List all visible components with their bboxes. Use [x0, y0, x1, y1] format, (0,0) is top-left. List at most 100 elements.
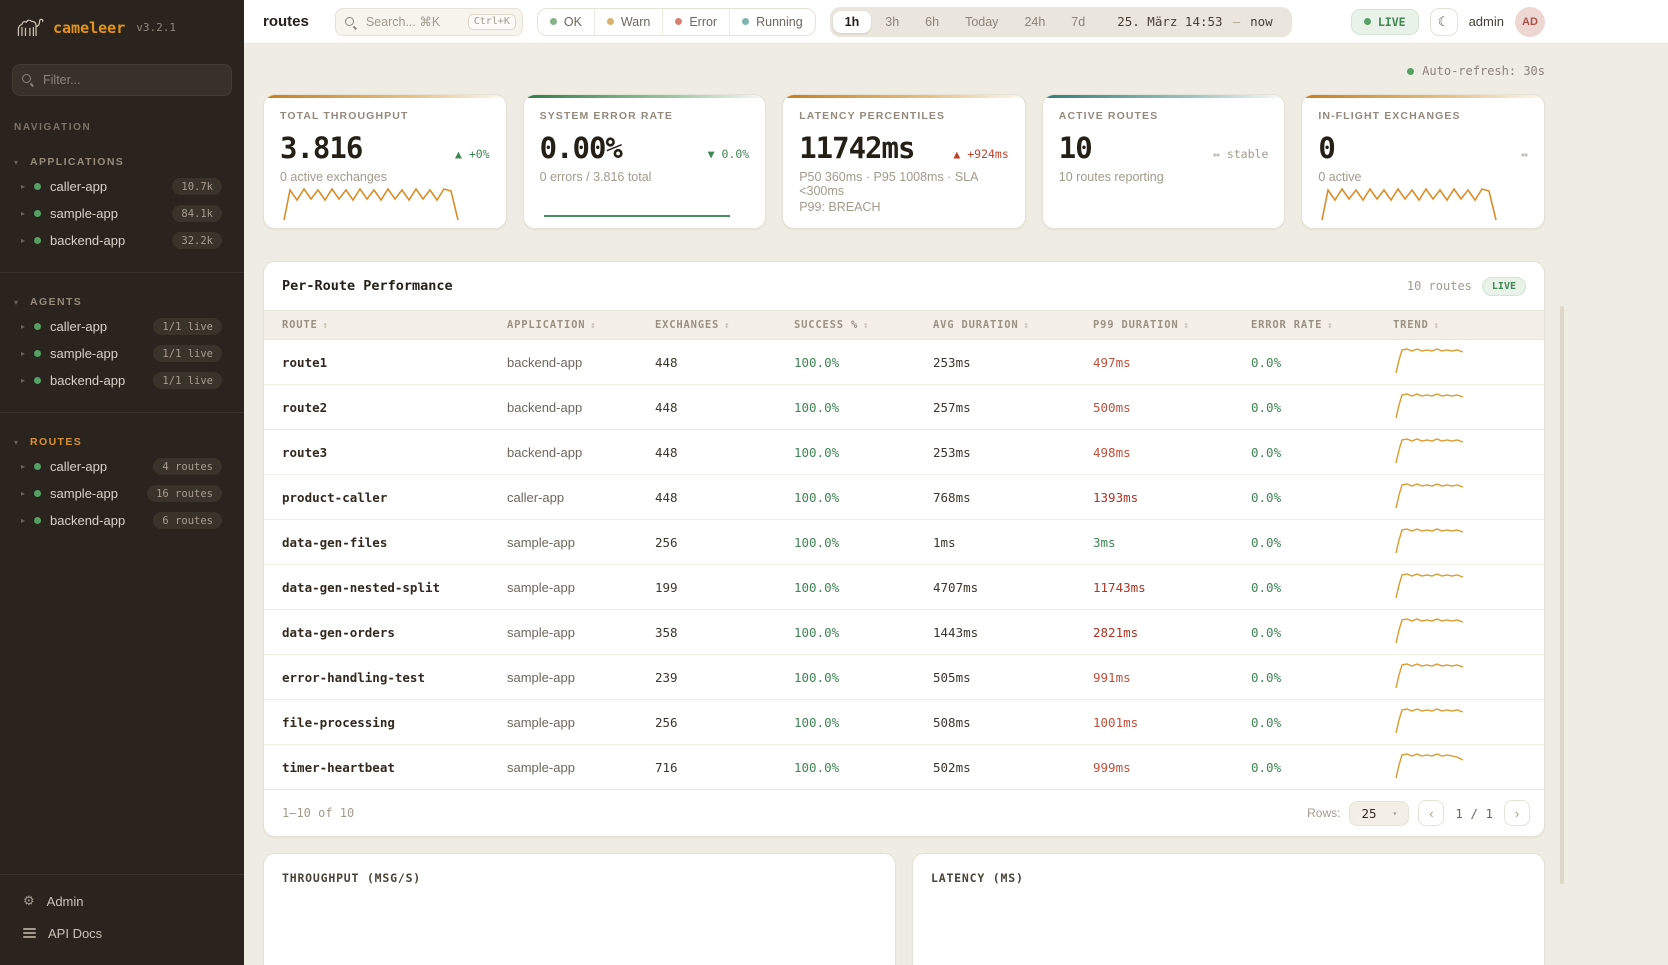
column-header-p99-duration[interactable]: P99 DURATION↕	[1093, 311, 1251, 340]
route-name[interactable]: file-processing	[264, 700, 507, 745]
route-trend-sparkline	[1393, 655, 1544, 700]
section-title: AGENTS	[30, 296, 82, 308]
table-live-badge: LIVE	[1482, 277, 1526, 296]
range-today[interactable]: Today	[953, 11, 1010, 33]
column-header-application[interactable]: APPLICATION↕	[507, 311, 655, 340]
moon-icon: ☾	[1438, 14, 1450, 30]
scrollbar[interactable]	[1560, 306, 1564, 884]
column-header-exchanges[interactable]: EXCHANGES↕	[655, 311, 794, 340]
table-row[interactable]: file-processing sample-app 256 100.0% 50…	[264, 700, 1544, 745]
table-row[interactable]: data-gen-files sample-app 256 100.0% 1ms…	[264, 520, 1544, 565]
sort-icon: ↕	[1434, 321, 1440, 331]
route-avg-duration: 1ms	[933, 520, 1093, 565]
per-route-performance-panel: Per-Route Performance 10 routes LIVE	[263, 261, 1545, 837]
filter-chip-running[interactable]: Running	[729, 9, 815, 35]
table-row[interactable]: timer-heartbeat sample-app 716 100.0% 50…	[264, 745, 1544, 790]
kpi-in-flight-exchanges[interactable]: IN-FLIGHT EXCHANGES 0 ⇔ 0 active	[1301, 94, 1545, 229]
route-name[interactable]: timer-heartbeat	[264, 745, 507, 790]
route-name[interactable]: data-gen-files	[264, 520, 507, 565]
table-row[interactable]: product-caller caller-app 448 100.0% 768…	[264, 475, 1544, 520]
route-name[interactable]: error-handling-test	[264, 655, 507, 700]
app-root: cameleer v3.2.1 NAVIGATION ▾ APPLICATION…	[0, 0, 1668, 965]
filter-chip-warn[interactable]: Warn	[594, 9, 662, 35]
sidebar-item-backend-app-routes[interactable]: ▸ backend-app 6 routes	[0, 507, 244, 534]
item-label: backend-app	[50, 373, 125, 388]
item-badge: 32.2k	[172, 232, 222, 249]
status-dot	[34, 517, 41, 524]
sidebar-item-api-docs[interactable]: API Docs	[0, 917, 244, 949]
item-badge: 4 routes	[153, 458, 222, 475]
route-name[interactable]: route2	[264, 385, 507, 430]
avatar[interactable]: AD	[1515, 7, 1545, 37]
filter-input[interactable]	[12, 64, 232, 96]
range-1h[interactable]: 1h	[833, 11, 872, 33]
kpi-title: TOTAL THROUGHPUT	[280, 110, 490, 122]
sparkline-chart	[540, 178, 738, 222]
item-label: caller-app	[50, 179, 107, 194]
main-area: routes Ctrl+K OK Warn Error	[244, 0, 1668, 965]
column-header-trend[interactable]: TREND↕	[1393, 311, 1544, 340]
sidebar-item-sample-app-routes[interactable]: ▸ sample-app 16 routes	[0, 480, 244, 507]
sparkline-chart	[1318, 178, 1516, 222]
range-6h[interactable]: 6h	[913, 11, 951, 33]
section-title: APPLICATIONS	[30, 156, 124, 168]
table-row[interactable]: route3 backend-app 448 100.0% 253ms 498m…	[264, 430, 1544, 475]
next-page-button[interactable]: ›	[1504, 800, 1530, 826]
card-accent	[264, 95, 506, 98]
route-name[interactable]: product-caller	[264, 475, 507, 520]
route-exchanges: 716	[655, 745, 794, 790]
route-name[interactable]: route1	[264, 340, 507, 385]
section-header-applications[interactable]: ▾ APPLICATIONS	[0, 151, 244, 173]
kpi-delta: ▲ +0%	[455, 147, 490, 161]
item-label: backend-app	[50, 513, 125, 528]
sort-icon: ↕	[590, 321, 596, 331]
column-header-success[interactable]: SUCCESS %↕	[794, 311, 933, 340]
live-badge[interactable]: LIVE	[1351, 9, 1419, 35]
route-name[interactable]: route3	[264, 430, 507, 475]
previous-page-button[interactable]: ‹	[1418, 800, 1444, 826]
column-header-route[interactable]: ROUTE↕	[264, 311, 507, 340]
kpi-latency-percentiles[interactable]: LATENCY PERCENTILES 11742ms ▲ +924ms P50…	[782, 94, 1026, 229]
kpi-system-error-rate[interactable]: SYSTEM ERROR RATE 0.00% ▼ 0.0% 0 errors …	[523, 94, 767, 229]
route-avg-duration: 505ms	[933, 655, 1093, 700]
sidebar-item-caller-app[interactable]: ▸ caller-app 10.7k	[0, 173, 244, 200]
route-p99-duration: 11743ms	[1093, 565, 1251, 610]
sidebar-item-caller-app-routes[interactable]: ▸ caller-app 4 routes	[0, 453, 244, 480]
search-icon	[345, 17, 358, 30]
filter-chip-ok[interactable]: OK	[538, 9, 594, 35]
table-row[interactable]: route2 backend-app 448 100.0% 257ms 500m…	[264, 385, 1544, 430]
sidebar-item-backend-app-agent[interactable]: ▸ backend-app 1/1 live	[0, 367, 244, 394]
table-row[interactable]: data-gen-nested-split sample-app 199 100…	[264, 565, 1544, 610]
route-name[interactable]: data-gen-orders	[264, 610, 507, 655]
rows-per-page-select[interactable]: 25 ▾	[1349, 801, 1409, 826]
filter-chip-error[interactable]: Error	[662, 9, 729, 35]
table-row[interactable]: data-gen-orders sample-app 358 100.0% 14…	[264, 610, 1544, 655]
kpi-active-routes[interactable]: ACTIVE ROUTES 10 ⇔ stable 10 routes repo…	[1042, 94, 1286, 229]
column-header-error-rate[interactable]: ERROR RATE↕	[1251, 311, 1393, 340]
sidebar-item-admin[interactable]: ⚙ Admin	[0, 885, 244, 917]
range-24h[interactable]: 24h	[1012, 11, 1057, 33]
route-success: 100.0%	[794, 655, 933, 700]
sidebar-item-sample-app-agent[interactable]: ▸ sample-app 1/1 live	[0, 340, 244, 367]
kpi-delta: ⇔ stable	[1213, 147, 1268, 161]
sidebar-item-sample-app[interactable]: ▸ sample-app 84.1k	[0, 200, 244, 227]
table-row[interactable]: error-handling-test sample-app 239 100.0…	[264, 655, 1544, 700]
chevron-down-icon: ▾	[14, 158, 18, 167]
route-application: sample-app	[507, 520, 655, 565]
table-row[interactable]: route1 backend-app 448 100.0% 253ms 497m…	[264, 340, 1544, 385]
sidebar-item-caller-app-agent[interactable]: ▸ caller-app 1/1 live	[0, 313, 244, 340]
date-range: 25. März 14:53 — now	[1099, 14, 1288, 29]
column-header-avg-duration[interactable]: AVG DURATION↕	[933, 311, 1093, 340]
range-3h[interactable]: 3h	[873, 11, 911, 33]
sidebar-item-backend-app[interactable]: ▸ backend-app 32.2k	[0, 227, 244, 254]
date-separator: —	[1233, 14, 1241, 29]
charts-row: THROUGHPUT (MSG/S) LATENCY (MS)	[263, 853, 1545, 965]
range-7d[interactable]: 7d	[1059, 11, 1097, 33]
section-header-agents[interactable]: ▾ AGENTS	[0, 291, 244, 313]
item-badge: 1/1 live	[153, 318, 222, 335]
section-header-routes[interactable]: ▾ ROUTES	[0, 431, 244, 453]
route-p99-duration: 991ms	[1093, 655, 1251, 700]
theme-toggle-button[interactable]: ☾	[1430, 8, 1458, 36]
kpi-total-throughput[interactable]: TOTAL THROUGHPUT 3.816 ▲ +0% 0 active ex…	[263, 94, 507, 229]
route-name[interactable]: data-gen-nested-split	[264, 565, 507, 610]
